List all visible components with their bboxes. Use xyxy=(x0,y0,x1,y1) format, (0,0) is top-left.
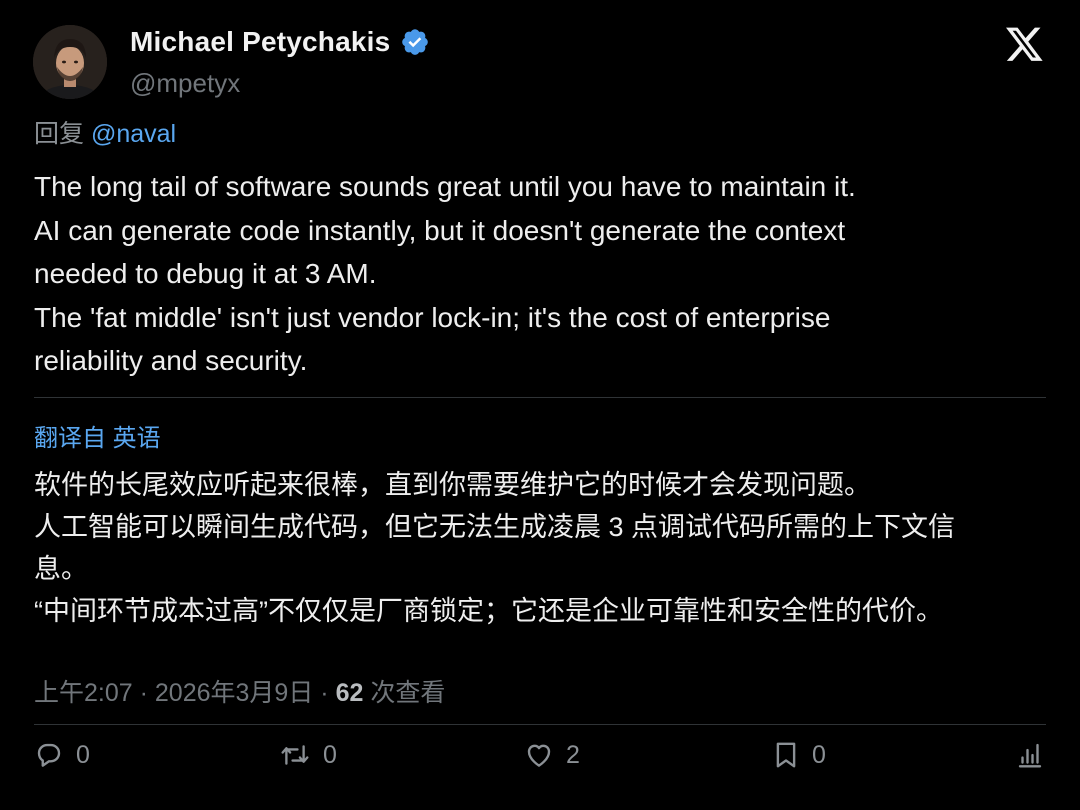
reply-prefix: 回复 xyxy=(34,120,85,148)
heart-icon xyxy=(527,744,551,767)
retweet-count: 0 xyxy=(323,740,337,769)
reply-count: 0 xyxy=(76,740,90,769)
like-button[interactable]: 2 xyxy=(524,740,580,770)
author-display-name[interactable]: Michael Petychakis xyxy=(130,26,390,58)
tweet-date[interactable]: 2026年3月9日 xyxy=(155,679,313,707)
retweet-button[interactable]: 0 xyxy=(279,740,337,770)
reply-context: 回复 @naval xyxy=(34,114,176,150)
avatar-photo xyxy=(33,25,107,99)
retweet-icon xyxy=(281,745,309,765)
translation-text: 软件的长尾效应听起来很棒，直到你需要维护它的时候才会发现问题。 人工智能可以瞬间… xyxy=(34,464,1046,632)
bookmark-icon xyxy=(776,742,796,768)
tweet-text-line: needed to debug it at 3 AM. xyxy=(34,258,377,289)
translation-line: 息。 xyxy=(34,554,88,584)
author-handle[interactable]: @mpetyx xyxy=(130,68,240,99)
meta-separator: · xyxy=(139,679,148,707)
tweet-text-line: reliability and security. xyxy=(34,345,308,376)
reply-mention-link[interactable]: @naval xyxy=(91,120,176,148)
verified-badge-icon xyxy=(400,27,430,57)
meta-separator: · xyxy=(320,679,329,707)
reply-icon xyxy=(37,743,61,767)
translation-line: 软件的长尾效应听起来很棒，直到你需要维护它的时候才会发现问题。 xyxy=(34,470,871,500)
tweet-text-line: The long tail of software sounds great u… xyxy=(34,171,856,202)
translation-line: “中间环节成本过高”不仅仅是厂商锁定；它还是企业可靠性和安全性的代价。 xyxy=(34,596,943,626)
divider xyxy=(34,397,1046,398)
views-label: 次查看 xyxy=(370,679,446,707)
translation-line: 人工智能可以瞬间生成代码，但它无法生成凌晨 3 点调试代码所需的上下文信 xyxy=(34,512,956,542)
bookmark-button[interactable]: 0 xyxy=(772,740,826,770)
tweet-text-line: The 'fat middle' isn't just vendor lock-… xyxy=(34,301,831,333)
author-name-row: Michael Petychakis xyxy=(130,26,430,58)
like-count: 2 xyxy=(566,740,580,769)
translated-from-link[interactable]: 翻译自 英语 xyxy=(34,418,161,453)
tweet-time[interactable]: 上午2:07 xyxy=(34,679,133,707)
analytics-button[interactable] xyxy=(1016,740,1044,770)
tweet-text-line: AI can generate code instantly, but it d… xyxy=(34,214,846,246)
tweet-page: Michael Petychakis @mpetyx 回复 @naval The… xyxy=(0,0,1080,810)
tweet-meta: 上午2:07 · 2026年3月9日 · 62 次查看 xyxy=(34,673,445,709)
reply-button[interactable]: 0 xyxy=(34,740,90,770)
bookmark-count: 0 xyxy=(812,740,826,769)
avatar[interactable] xyxy=(33,25,107,99)
x-logo-icon[interactable] xyxy=(1006,27,1044,63)
divider xyxy=(34,724,1046,725)
analytics-icon xyxy=(1018,743,1042,768)
tweet-text: The long tail of software sounds great u… xyxy=(34,165,1044,383)
action-bar: 0 0 2 0 xyxy=(34,740,1046,780)
views-count: 62 xyxy=(335,679,364,707)
